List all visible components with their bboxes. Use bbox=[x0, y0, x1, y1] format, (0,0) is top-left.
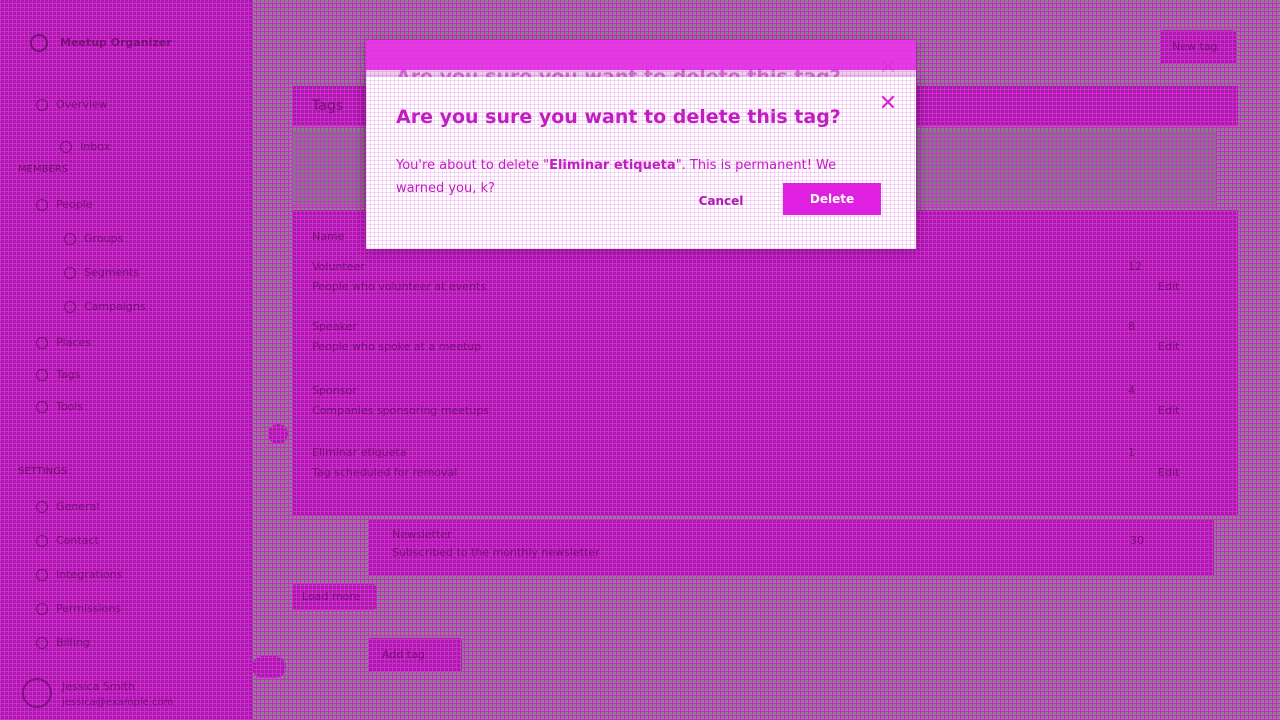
sidebar-item-billing[interactable]: Billing bbox=[36, 636, 90, 649]
row-name: Eliminar etiqueta bbox=[312, 446, 407, 459]
plug-icon bbox=[36, 568, 48, 581]
org-name: Meetup Organizer bbox=[60, 36, 172, 49]
sidebar-item-label: Inbox bbox=[80, 140, 111, 153]
sidebar-item-label: Overview bbox=[56, 98, 108, 111]
sidebar-item-inbox[interactable]: Inbox bbox=[60, 140, 110, 153]
sidebar-item-tags[interactable]: Tags bbox=[36, 368, 80, 381]
sidebar-item-general[interactable]: General bbox=[36, 500, 99, 513]
row-count: 1 bbox=[1128, 446, 1135, 459]
row-description: Tag scheduled for removal bbox=[312, 466, 458, 479]
lock-icon bbox=[36, 602, 48, 615]
section-heading-settings: SETTINGS bbox=[18, 466, 68, 477]
table-row[interactable]: Speaker People who spoke at a meetup 8 E… bbox=[292, 306, 1238, 366]
sidebar: Meetup Organizer Overview Inbox MEMBERS … bbox=[0, 0, 252, 720]
row-name: Speaker bbox=[312, 320, 357, 333]
sidebar-item-label: People bbox=[56, 198, 93, 211]
new-tag-button[interactable]: New tag bbox=[1160, 30, 1236, 64]
dialog-tag-name: Eliminar etiqueta bbox=[549, 158, 676, 173]
row-edit-link[interactable]: Edit bbox=[1158, 280, 1179, 293]
load-more-button[interactable]: Load more bbox=[292, 584, 376, 610]
sidebar-item-groups[interactable]: Groups bbox=[64, 232, 123, 245]
cancel-button[interactable]: Cancel bbox=[676, 185, 766, 217]
wrench-icon bbox=[36, 400, 48, 413]
sidebar-item-label: Groups bbox=[84, 232, 124, 245]
sidebar-item-label: Tools bbox=[56, 400, 84, 413]
row-edit-link[interactable]: Edit bbox=[1158, 340, 1179, 353]
sidebar-item-label: Campaigns bbox=[84, 300, 146, 313]
groups-icon bbox=[64, 232, 76, 245]
dialog-title: Are you sure you want to delete this tag… bbox=[396, 106, 841, 128]
inbox-icon bbox=[60, 140, 72, 153]
row-name: Newsletter bbox=[392, 528, 452, 541]
row-edit-link[interactable]: Edit bbox=[1158, 404, 1179, 417]
user-name: Jessica Smith bbox=[62, 680, 135, 693]
sidebar-item-label: Segments bbox=[84, 266, 140, 279]
row-edit-link[interactable]: Edit bbox=[1158, 466, 1179, 479]
sidebar-item-label: Contact bbox=[56, 534, 99, 547]
sidebar-item-people[interactable]: People bbox=[36, 198, 93, 211]
table-row[interactable]: Volunteer People who volunteer at events… bbox=[292, 246, 1238, 306]
row-description: People who spoke at a meetup bbox=[312, 340, 482, 353]
sidebar-item-campaigns[interactable]: Campaigns bbox=[64, 300, 146, 313]
campaigns-icon bbox=[64, 300, 76, 313]
logo-icon bbox=[30, 34, 48, 52]
sidebar-item-label: Places bbox=[56, 336, 91, 349]
sidebar-item-permissions[interactable]: Permissions bbox=[36, 602, 121, 615]
sidebar-item-label: Integrations bbox=[56, 568, 123, 581]
table-row[interactable]: Newsletter Subscribed to the monthly new… bbox=[368, 520, 1214, 576]
table-row[interactable]: Sponsor Companies sponsoring meetups 4 E… bbox=[292, 370, 1238, 430]
sidebar-item-overview[interactable]: Overview bbox=[36, 98, 108, 111]
row-count: 30 bbox=[1130, 534, 1144, 547]
dialog-body-prefix: You're about to delete " bbox=[396, 158, 550, 173]
add-tag-label: Add tag bbox=[382, 648, 425, 661]
avatar[interactable] bbox=[22, 678, 52, 708]
sidebar-item-label: Tags bbox=[56, 368, 81, 381]
delete-tag-dialog: Are you sure you want to delete this tag… bbox=[366, 77, 916, 249]
segments-icon bbox=[64, 266, 76, 279]
people-icon bbox=[36, 198, 48, 211]
row-name: Volunteer bbox=[312, 260, 365, 273]
row-description: Companies sponsoring meetups bbox=[312, 404, 490, 417]
scroll-handle[interactable] bbox=[268, 424, 288, 444]
toggle[interactable] bbox=[252, 656, 286, 678]
pencil-icon bbox=[36, 534, 48, 547]
sidebar-item-contact[interactable]: Contact bbox=[36, 534, 99, 547]
row-count: 4 bbox=[1128, 384, 1135, 397]
delete-button[interactable]: Delete bbox=[783, 183, 881, 215]
map-pin-icon bbox=[36, 336, 48, 349]
row-count: 12 bbox=[1128, 260, 1142, 273]
row-description: Subscribed to the monthly newsletter bbox=[392, 546, 600, 559]
sidebar-item-label: Billing bbox=[56, 636, 90, 649]
add-tag-button[interactable]: Add tag bbox=[368, 638, 462, 672]
tag-table: Name Volunteer People who volunteer at e… bbox=[292, 210, 1238, 516]
section-heading-members: MEMBERS bbox=[18, 164, 69, 175]
new-tag-button-label: New tag bbox=[1172, 40, 1218, 53]
page-title: Tags bbox=[312, 98, 343, 114]
sidebar-item-tools[interactable]: Tools bbox=[36, 400, 83, 413]
row-description: People who volunteer at events bbox=[312, 280, 486, 293]
home-icon bbox=[36, 98, 48, 111]
close-icon[interactable]: ✕ bbox=[878, 57, 898, 79]
row-name: Sponsor bbox=[312, 384, 357, 397]
table-row[interactable]: Eliminar etiqueta Tag scheduled for remo… bbox=[292, 432, 1238, 492]
load-more-label: Load more bbox=[302, 590, 361, 603]
sidebar-item-integrations[interactable]: Integrations bbox=[36, 568, 122, 581]
user-email: jessica@example.com bbox=[62, 697, 174, 708]
close-icon[interactable]: ✕ bbox=[878, 93, 898, 115]
sidebar-item-places[interactable]: Places bbox=[36, 336, 91, 349]
sidebar-item-label: Permissions bbox=[56, 602, 122, 615]
row-count: 8 bbox=[1128, 320, 1135, 333]
card-icon bbox=[36, 636, 48, 649]
gear-icon bbox=[36, 500, 48, 513]
table-header-name: Name bbox=[312, 230, 345, 243]
tag-icon bbox=[36, 368, 48, 381]
sidebar-item-segments[interactable]: Segments bbox=[64, 266, 139, 279]
sidebar-item-label: General bbox=[56, 500, 100, 513]
